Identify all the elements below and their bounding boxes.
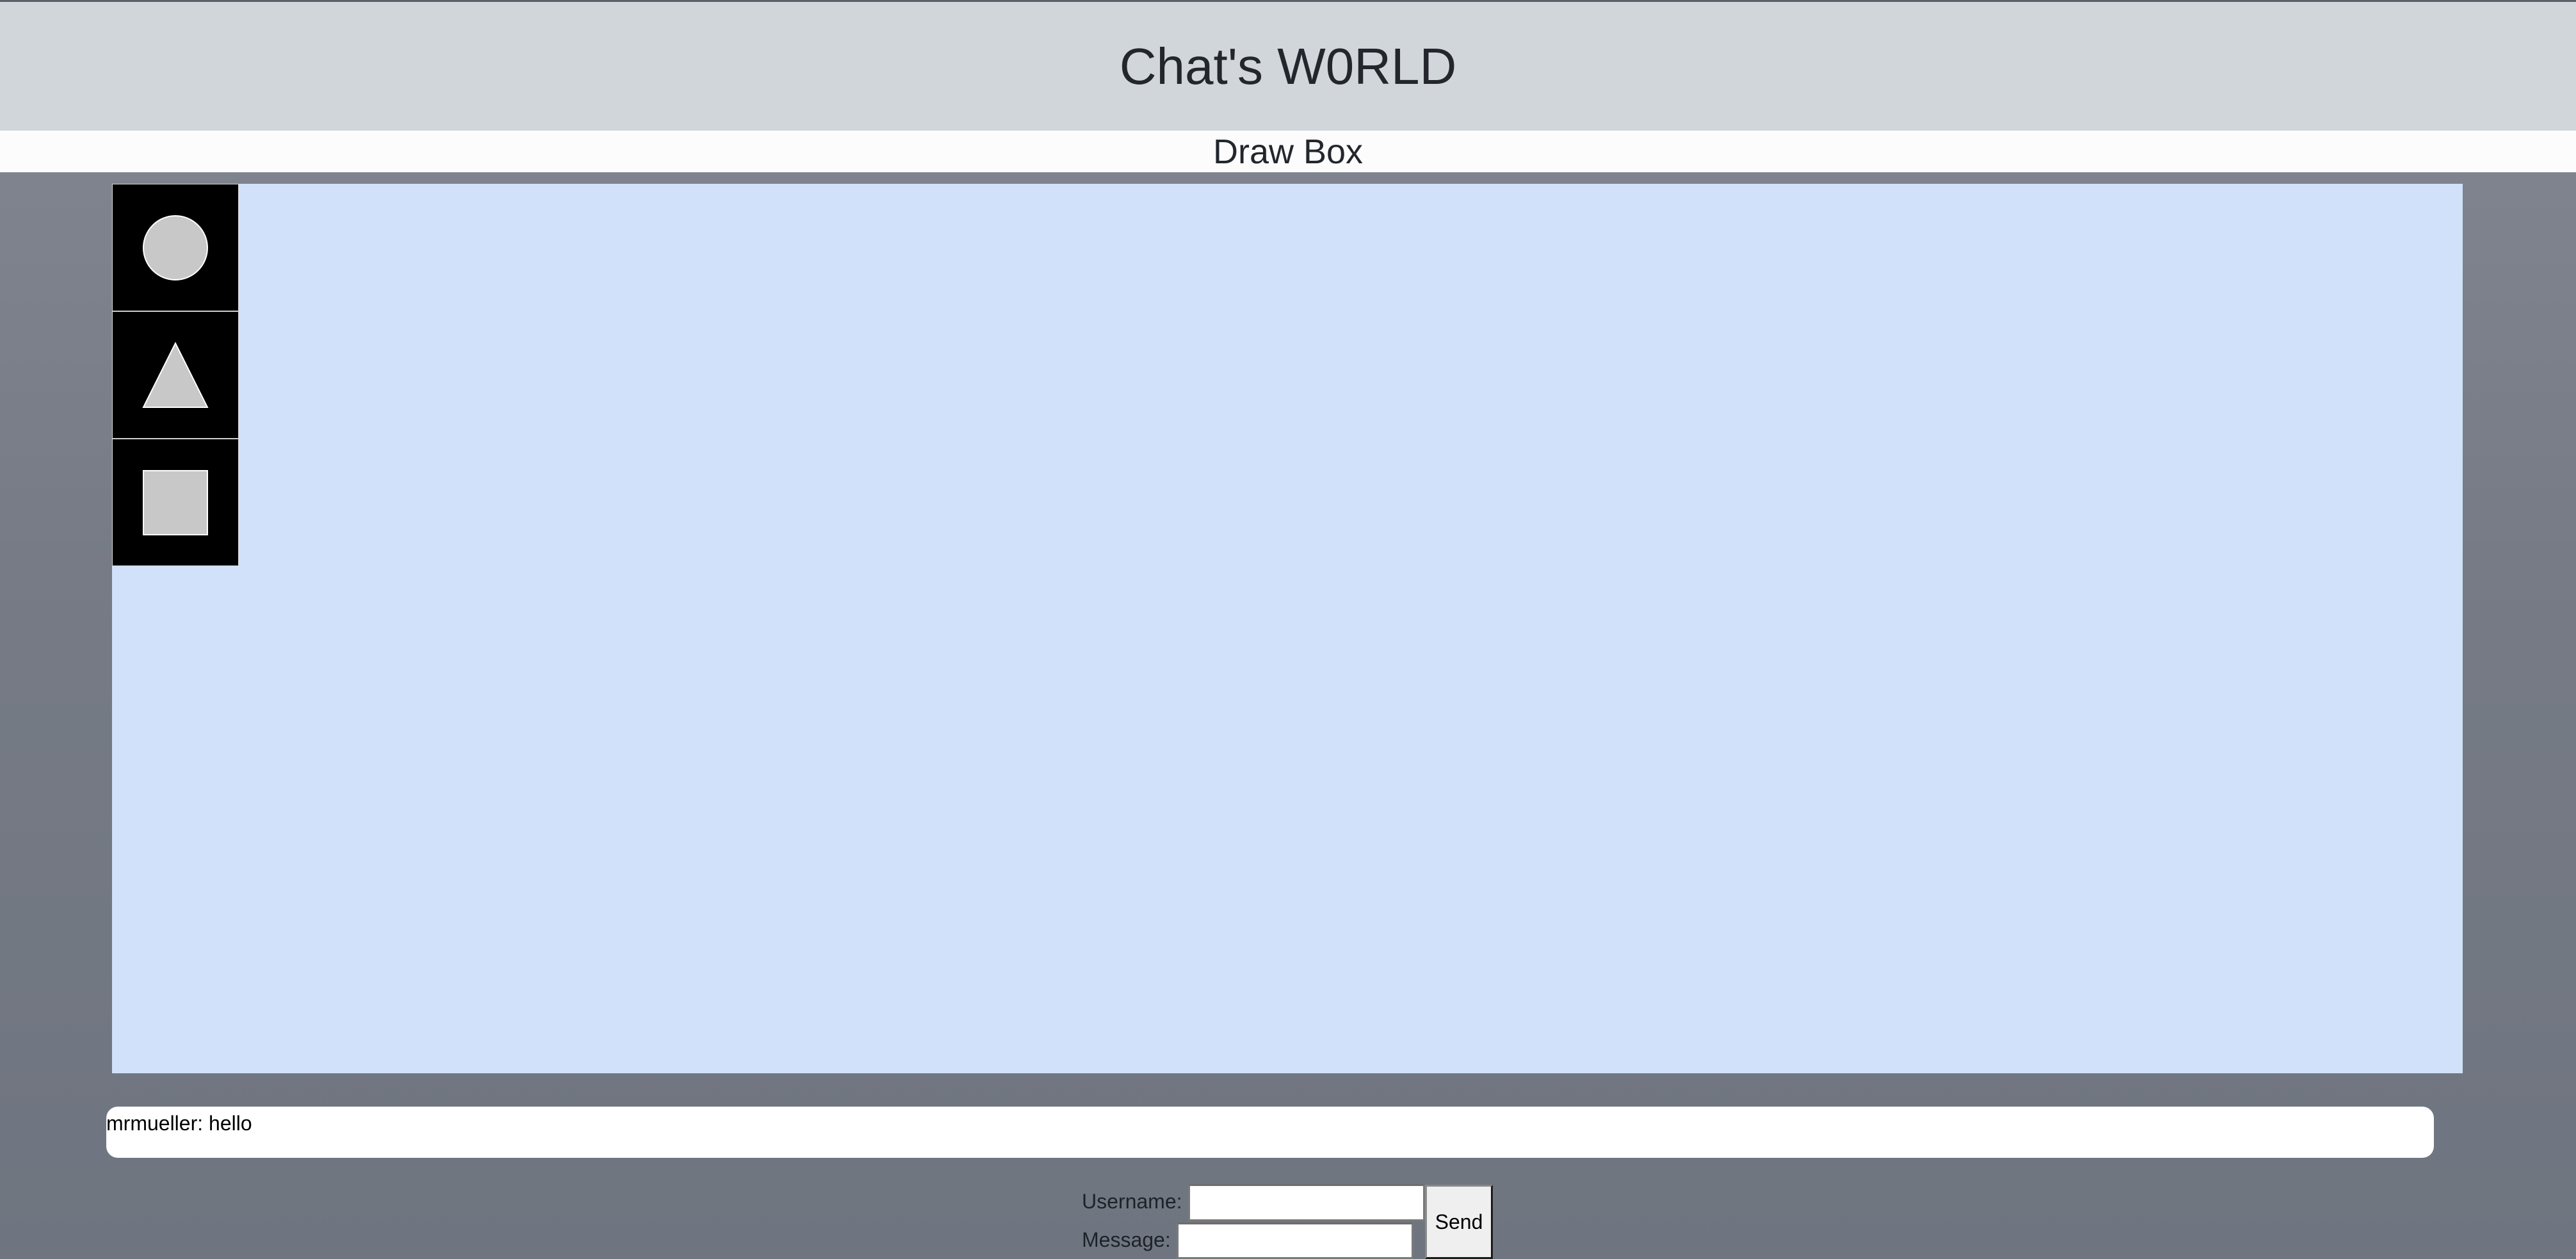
circle-icon (143, 215, 208, 280)
draw-box-header: Draw Box (0, 131, 2576, 172)
circle-tool-button[interactable] (112, 184, 239, 311)
username-label: Username: (1082, 1190, 1182, 1213)
username-input[interactable] (1188, 1184, 1425, 1221)
drawing-canvas[interactable] (112, 184, 2463, 1073)
square-tool-button[interactable] (112, 439, 239, 566)
message-label: Message: (1082, 1228, 1171, 1251)
message-input[interactable] (1177, 1222, 1413, 1259)
square-icon (143, 469, 208, 535)
triangle-icon (142, 341, 209, 408)
chat-log: mrmueller: hello (106, 1107, 2434, 1158)
chat-message: mrmueller: hello (106, 1112, 252, 1135)
send-button[interactable]: Send (1425, 1185, 1493, 1259)
site-title: Chat's W0RLD (1119, 37, 1457, 95)
site-header: Chat's W0RLD (0, 2, 2576, 131)
triangle-tool-button[interactable] (112, 311, 239, 439)
draw-box-title: Draw Box (1212, 132, 1364, 171)
